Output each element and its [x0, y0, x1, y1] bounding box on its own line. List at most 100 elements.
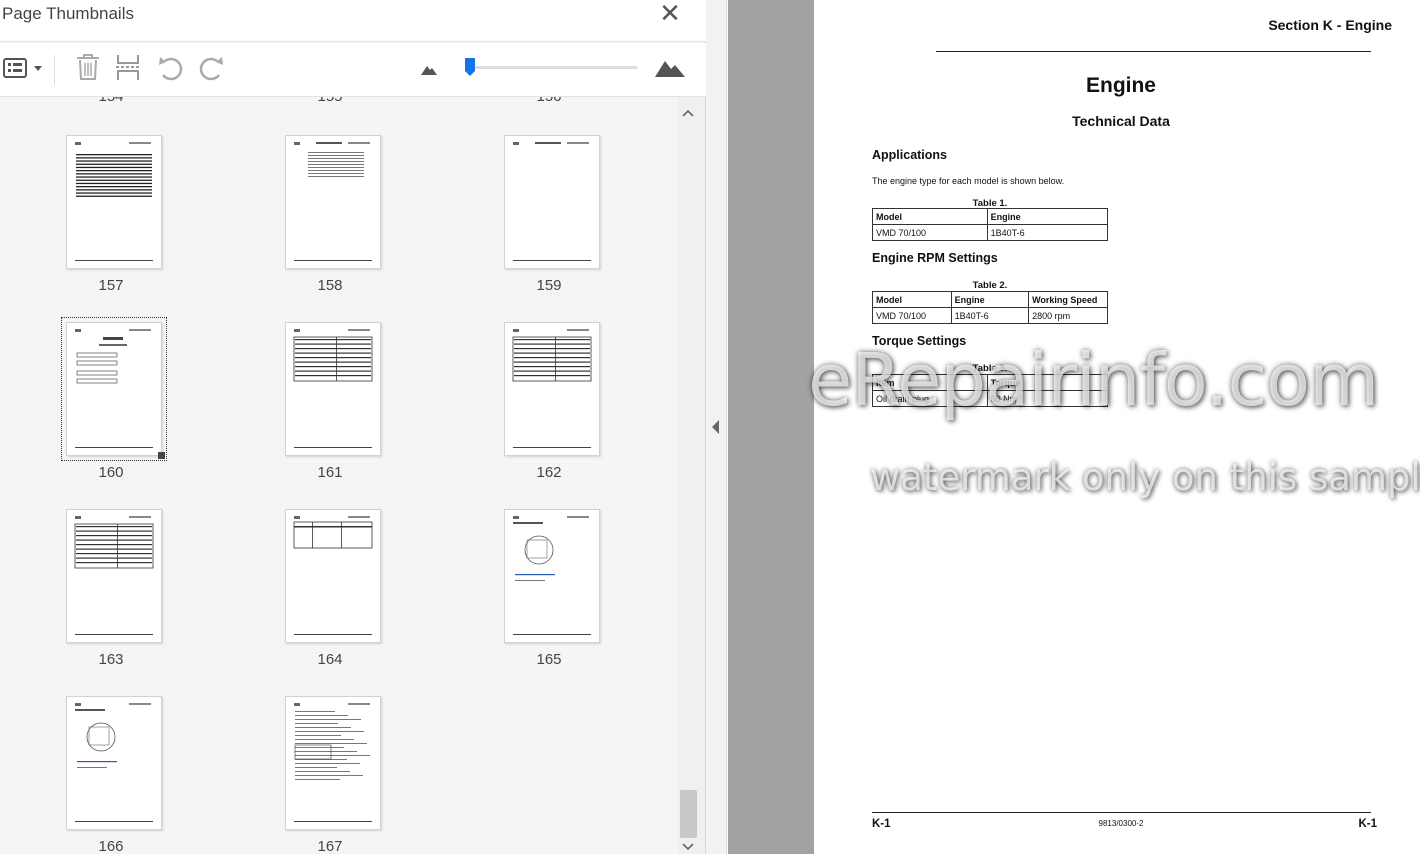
page-thumbnail[interactable]: [66, 509, 162, 643]
page-title: Engine: [1085, 74, 1156, 97]
panel-header: Page Thumbnails ✕: [0, 0, 706, 42]
delete-pages-button[interactable]: [74, 52, 102, 86]
page-thumbnail[interactable]: [504, 135, 600, 269]
thumbnail-item[interactable]: 164: [230, 509, 430, 689]
scrollbar-thumb[interactable]: [680, 790, 697, 838]
table-header-cell: Engine: [950, 291, 1030, 308]
page-thumbnail[interactable]: [285, 696, 381, 830]
trash-icon: [77, 54, 99, 80]
page-number-label: 163: [98, 651, 124, 668]
toolbar-divider: [54, 55, 55, 85]
thumbnail-item[interactable]: 158: [230, 135, 430, 315]
page-preview-icon: [294, 142, 372, 261]
pdf-viewer: Page Thumbnails ✕ 157 158 159 160 161 16…: [0, 0, 1420, 854]
footer-page-right: K-1: [1358, 818, 1377, 830]
watermark-sub: watermark only on this sample: [870, 456, 1420, 499]
thumbnail-item[interactable]: 161: [230, 322, 430, 502]
thumbnail-item[interactable]: 163: [11, 509, 211, 689]
applications-table: Model Engine VMD 70/100 1B40T-6: [872, 208, 1109, 241]
applications-text: The engine type for each model is shown …: [872, 176, 1065, 186]
document-page: Section K - Engine Engine Technical Data…: [814, 0, 1420, 854]
page-number-label: 166: [98, 838, 124, 854]
thumbnails-scrollbar[interactable]: [678, 97, 705, 854]
page-preview-icon: [74, 516, 154, 635]
thumbnails-panel: Page Thumbnails ✕ 157 158 159 160 161 16…: [0, 0, 706, 854]
insert-pages-icon: [116, 55, 140, 80]
page-preview-icon: [75, 142, 153, 261]
collapse-panel-icon[interactable]: [711, 419, 721, 435]
table-cell: 1B40T-6: [986, 224, 1109, 241]
panel-splitter[interactable]: [706, 0, 727, 854]
rotate-clockwise-button[interactable]: [196, 53, 226, 87]
footer-doc-number: 9813/0300-2: [1098, 819, 1144, 828]
panel-title: Page Thumbnails: [2, 4, 134, 23]
rotate-counterclockwise-icon: [159, 57, 183, 81]
page-preview-icon: [293, 516, 373, 635]
footer-rule: [872, 812, 1371, 813]
thumbnail-item[interactable]: 157: [11, 135, 211, 315]
large-mountain-icon: [655, 61, 685, 77]
thumbnail-zoom-in-button[interactable]: [654, 56, 686, 82]
page-thumbnail[interactable]: [285, 509, 381, 643]
page-number-label: 160: [98, 464, 124, 481]
thumbnail-item[interactable]: 167: [230, 696, 430, 854]
close-panel-button[interactable]: ✕: [656, 1, 684, 28]
rpm-table: Model Engine Working Speed VMD 70/100 1B40T-…: [872, 291, 1108, 324]
header-rule: [936, 51, 1371, 52]
thumbnail-size-slider[interactable]: [470, 66, 638, 69]
thumbnail-item[interactable]: 162: [449, 322, 649, 502]
table-row: VMD 70/100 1B40T-6: [872, 224, 1109, 241]
page-thumbnail[interactable]: [285, 135, 381, 269]
page-number-label: 167: [317, 838, 343, 854]
resize-handle[interactable]: [158, 452, 165, 459]
scroll-down-icon[interactable]: [680, 841, 696, 853]
thumbnail-item[interactable]: 159: [449, 135, 649, 315]
cutoff-page-number[interactable]: 155: [230, 97, 430, 105]
page-preview-icon: [75, 703, 153, 822]
page-thumbnail[interactable]: [285, 322, 381, 456]
thumbnail-item[interactable]: 166: [11, 696, 211, 854]
page-number-label: 159: [536, 277, 562, 294]
table-row: Model Engine: [872, 208, 1109, 225]
page-number-label: 165: [536, 651, 562, 668]
watermark-main: eRepairinfo.com: [808, 338, 1379, 422]
scroll-up-icon[interactable]: [680, 107, 696, 119]
page-thumbnail[interactable]: [66, 696, 162, 830]
page-preview-icon: [513, 142, 591, 261]
table-header-cell: Model: [872, 208, 988, 225]
page-preview-icon: [513, 516, 591, 635]
rpm-heading: Engine RPM Settings: [872, 251, 998, 265]
cutoff-page-number[interactable]: 154: [11, 97, 211, 105]
thumbnail-zoom-out-button[interactable]: [420, 61, 438, 80]
slider-handle-icon: [465, 58, 475, 76]
slider-handle[interactable]: [464, 57, 476, 81]
page-subtitle: Technical Data: [1072, 113, 1170, 129]
page-preview-icon: [294, 703, 372, 822]
page-number-label: 157: [98, 277, 124, 294]
thumbnail-item[interactable]: 160: [11, 317, 211, 502]
document-background: [728, 0, 814, 854]
page-thumbnail[interactable]: [61, 317, 167, 461]
thumbnail-item[interactable]: 165: [449, 509, 649, 689]
table-header-cell: Model: [872, 291, 952, 308]
applications-heading: Applications: [872, 148, 948, 162]
table-cell: 1B40T-6: [950, 307, 1030, 324]
table-cell: 2800 rpm: [1028, 307, 1108, 324]
page-thumbnail[interactable]: [504, 509, 600, 643]
section-header: Section K - Engine: [1268, 17, 1392, 33]
rotate-counterclockwise-button[interactable]: [156, 53, 186, 87]
cutoff-page-number[interactable]: 156: [449, 97, 649, 105]
table-row: VMD 70/100 1B40T-6 2800 rpm: [872, 307, 1108, 324]
page-number-label: 158: [317, 277, 343, 294]
page-preview-icon: [75, 329, 153, 448]
page-thumbnail[interactable]: [504, 322, 600, 456]
thumbnail-options-button[interactable]: [2, 55, 44, 81]
table-row: Model Engine Working Speed: [872, 291, 1108, 308]
page-number-label: 161: [317, 464, 343, 481]
thumbnail-options-icon: [3, 58, 42, 78]
rotate-clockwise-icon: [199, 57, 223, 81]
table-header-cell: Working Speed: [1028, 291, 1108, 308]
page-thumbnail[interactable]: [66, 135, 162, 269]
page-preview-icon: [293, 329, 373, 448]
insert-pages-button[interactable]: [114, 52, 142, 86]
